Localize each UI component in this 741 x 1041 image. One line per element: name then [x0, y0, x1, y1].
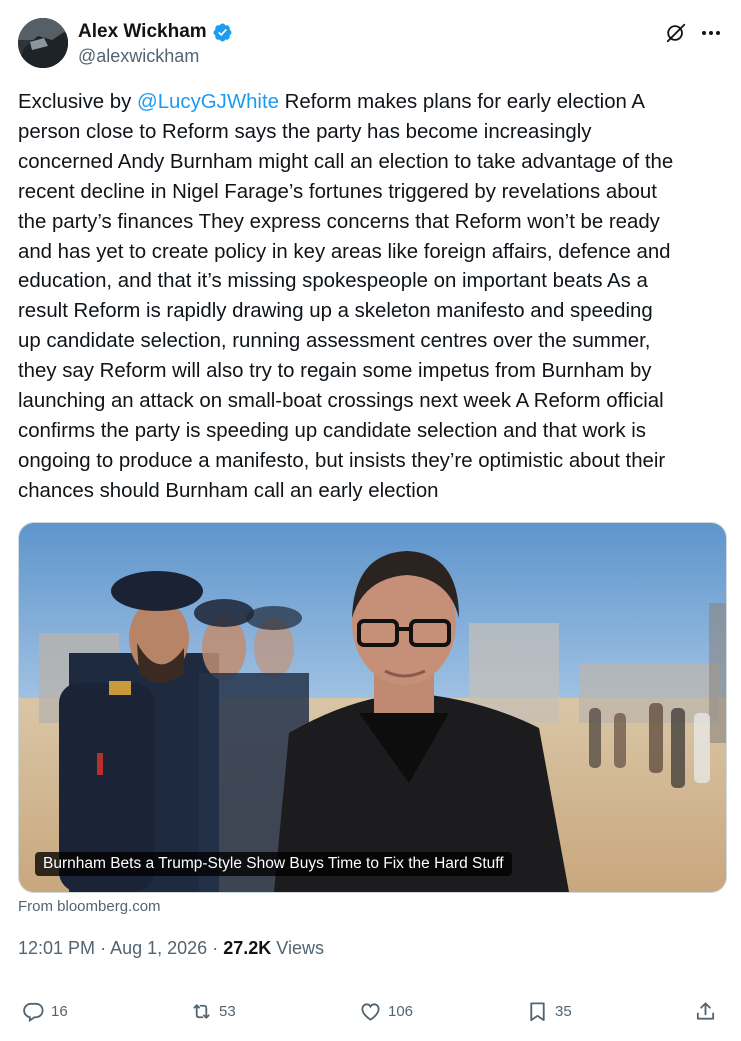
share-icon [696, 1002, 715, 1020]
tweet-line: recent decline in Nigel Farage’s fortune… [18, 180, 657, 203]
tweet-line: they say Reform will also try to regain … [18, 360, 652, 383]
views-count: 27.2K [223, 938, 272, 958]
tweet-line: result Reform is rapidly drawing up a sk… [18, 300, 653, 323]
tweet-line: and has yet to create policy in key area… [18, 240, 671, 263]
avatar[interactable] [18, 18, 68, 68]
tweet-line: ongoing to produce a manifesto, but insi… [18, 449, 666, 472]
tweet-line: the party’s finances They express concer… [18, 210, 660, 233]
card-image [19, 523, 726, 892]
link-card[interactable]: Burnham Bets a Trump-Style Show Buys Tim… [18, 522, 727, 893]
tweet-line: launching an attack on small-boat crossi… [18, 390, 664, 413]
tweet-line: up candidate selection, running assessme… [18, 330, 651, 353]
meta-separator: · [100, 938, 107, 958]
repost-icon [193, 1004, 210, 1019]
reply-button[interactable]: 16 [22, 1000, 68, 1023]
like-button[interactable]: 106 [359, 1000, 413, 1023]
tweet-line: education, and that it’s missing spokesp… [18, 270, 648, 293]
tweet-time[interactable]: 12:01 PM [18, 938, 95, 958]
bookmark-button[interactable]: 35 [526, 1000, 572, 1023]
mention-link[interactable]: @LucyGJWhite [137, 91, 279, 113]
tweet-line: confirms the party is speeding up candid… [18, 419, 646, 442]
more-icon[interactable] [699, 22, 723, 44]
verified-badge-icon [212, 22, 233, 43]
user-handle[interactable]: @alexwickham [78, 46, 199, 67]
reply-icon [23, 1002, 44, 1023]
views-label: Views [276, 938, 324, 958]
tweet-line: concerned Andy Burnham might call an ele… [18, 150, 674, 173]
card-caption: Burnham Bets a Trump-Style Show Buys Tim… [35, 852, 512, 876]
tweet-text: Exclusive by @LucyGJWhite Reform makes p… [18, 88, 728, 507]
display-name[interactable]: Alex Wickham [78, 21, 207, 43]
meta-separator: · [212, 938, 219, 958]
name-row: Alex Wickham [78, 21, 233, 43]
card-source[interactable]: From bloomberg.com [18, 898, 161, 915]
like-icon [361, 1003, 380, 1021]
like-count: 106 [388, 1003, 414, 1020]
tweet-line: chances should Burnham call an early ele… [18, 479, 439, 502]
tweet-line: person close to Reform says the party ha… [18, 120, 592, 143]
tweet-date[interactable]: Aug 1, 2026 [110, 938, 207, 958]
bookmark-count: 35 [555, 1003, 572, 1020]
bookmark-icon [530, 1002, 545, 1022]
share-button[interactable] [694, 1000, 717, 1023]
reply-count: 16 [51, 1003, 68, 1020]
action-bar: 16 53 106 35 [18, 1000, 723, 1028]
tweet-meta: 12:01 PM · Aug 1, 2026 · 27.2K Views [18, 938, 324, 959]
tweet-header: Alex Wickham @alexwickham [18, 16, 723, 70]
grok-icon[interactable] [665, 22, 687, 44]
repost-count: 53 [219, 1003, 236, 1020]
tweet-line: Exclusive by @LucyGJWhite Reform makes p… [18, 88, 728, 118]
tweet-text-segment: Reform makes plans for early election A [278, 91, 646, 113]
repost-button[interactable]: 53 [190, 1000, 236, 1023]
tweet-text-prefix: Exclusive by [18, 91, 137, 113]
